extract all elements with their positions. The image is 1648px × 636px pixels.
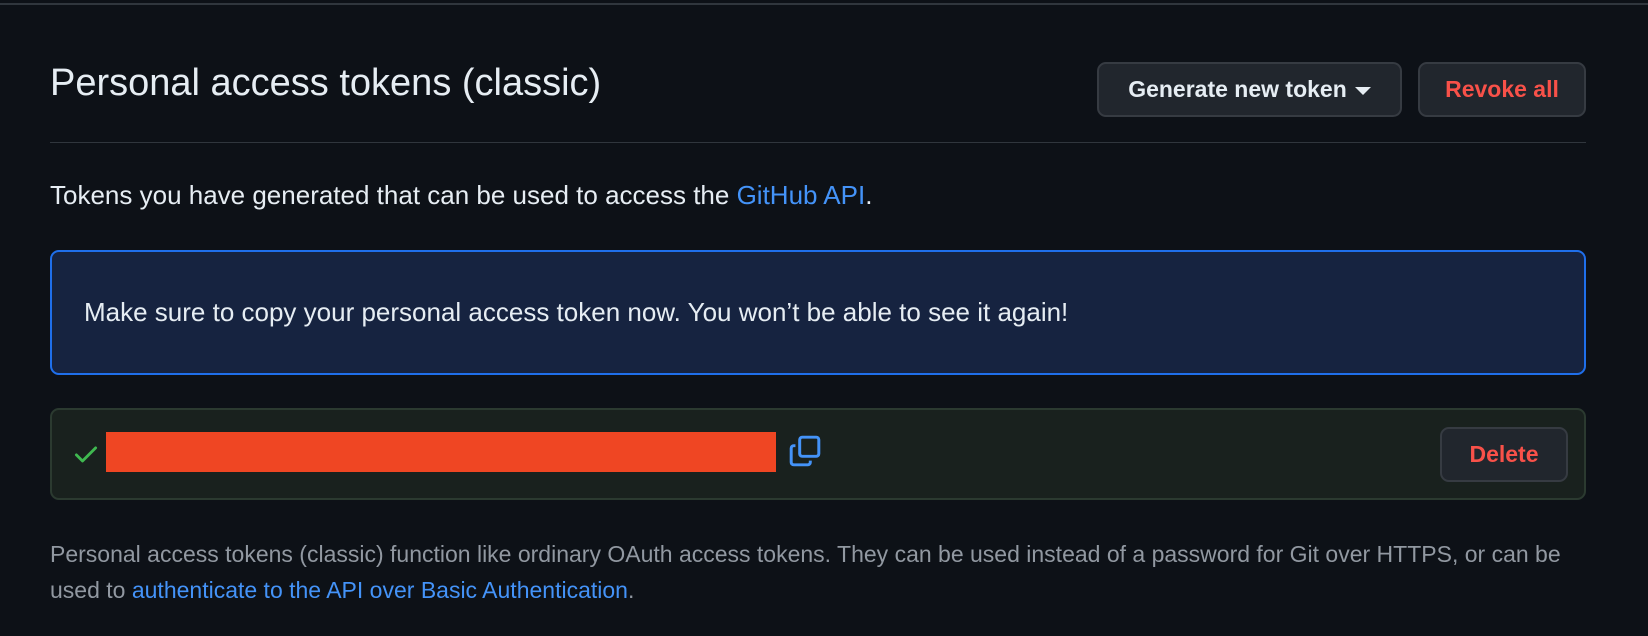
- copy-icon[interactable]: [788, 434, 822, 468]
- header-actions: Generate new token Revoke all: [1097, 62, 1586, 117]
- check-icon: [74, 446, 98, 463]
- triangle-down-icon: [1354, 86, 1371, 95]
- footnote-text: Personal access tokens (classic) functio…: [50, 536, 1586, 608]
- github-api-link[interactable]: GitHub API: [737, 180, 866, 210]
- generate-new-token-label: Generate new token: [1128, 76, 1347, 102]
- new-token-row: Delete: [50, 408, 1586, 500]
- intro-text-after: .: [865, 180, 873, 210]
- copy-token-notice-text: Make sure to copy your personal access t…: [84, 297, 1069, 327]
- delete-token-button[interactable]: Delete: [1440, 427, 1568, 482]
- page-header: Personal access tokens (classic) Generat…: [50, 0, 1586, 143]
- intro-text-before: Tokens you have generated that can be us…: [50, 180, 737, 210]
- token-value-redacted[interactable]: [106, 432, 776, 472]
- revoke-all-button[interactable]: Revoke all: [1418, 62, 1586, 117]
- footnote-text-after: .: [627, 577, 635, 603]
- intro-text: Tokens you have generated that can be us…: [50, 180, 872, 211]
- generate-new-token-button[interactable]: Generate new token: [1097, 62, 1402, 117]
- copy-token-notice: Make sure to copy your personal access t…: [50, 250, 1586, 375]
- page-title: Personal access tokens (classic): [50, 62, 602, 104]
- basic-auth-link[interactable]: authenticate to the API over Basic Authe…: [132, 577, 628, 603]
